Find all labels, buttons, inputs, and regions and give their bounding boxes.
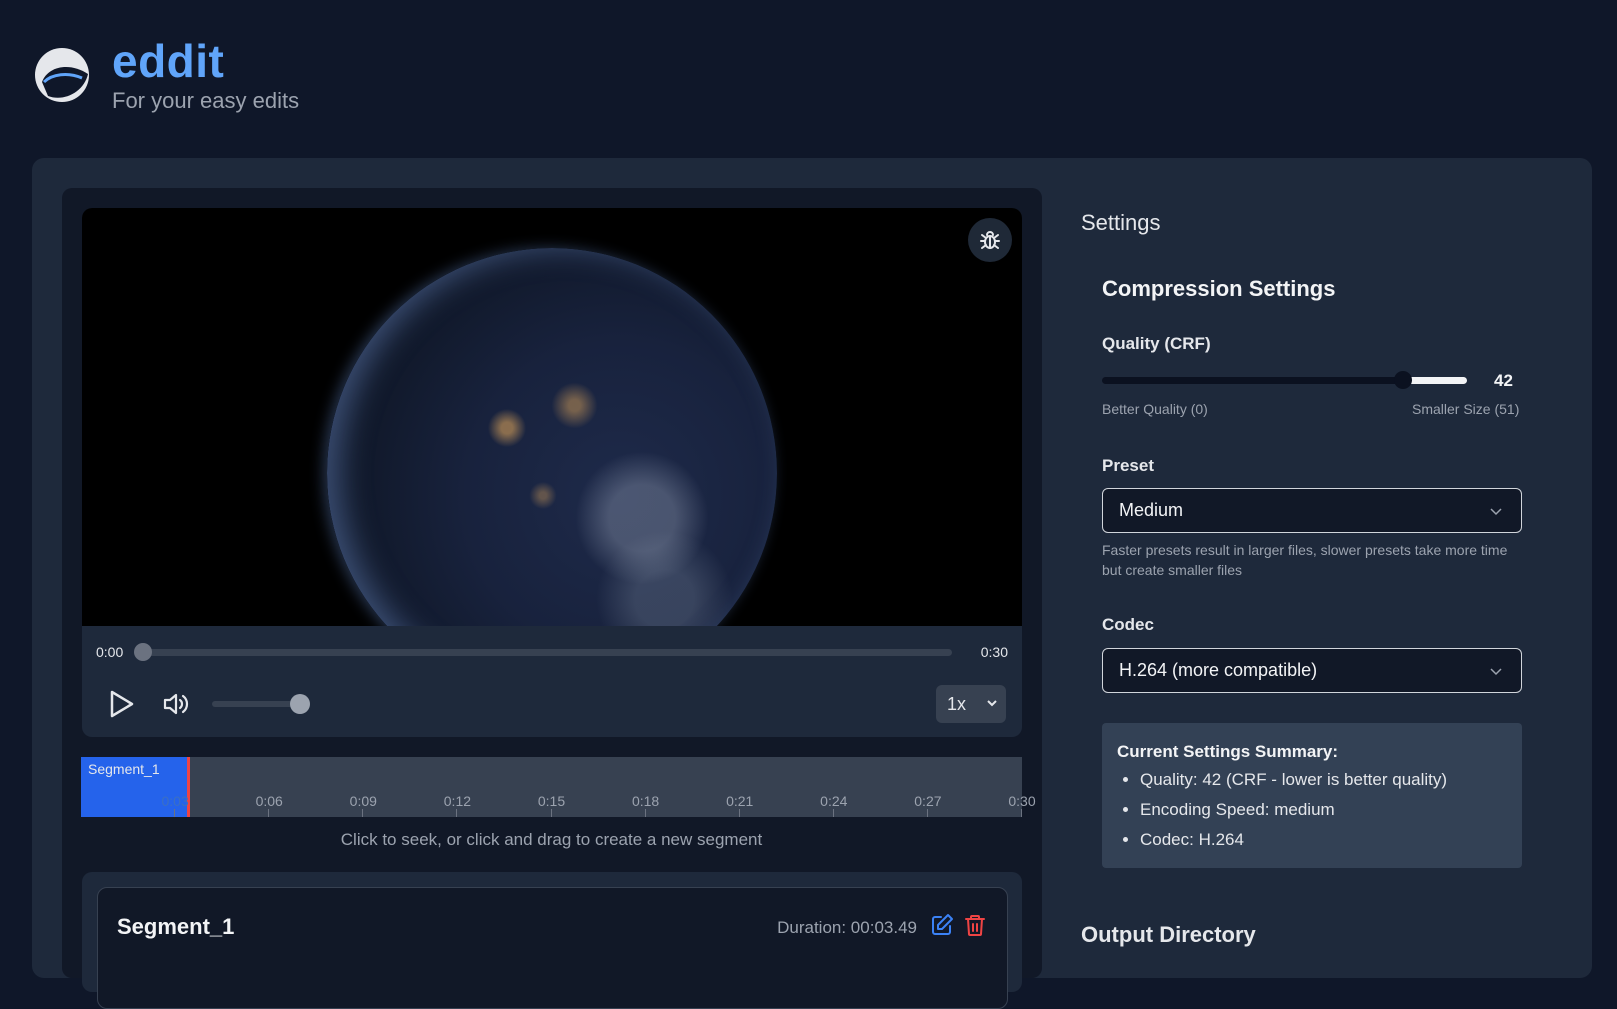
seek-thumb[interactable] bbox=[134, 643, 152, 661]
settings-summary: Current Settings Summary: Quality: 42 (C… bbox=[1102, 723, 1522, 868]
timeline-tick bbox=[456, 809, 458, 817]
segment-card: Segment_1 Duration: 00:03.49 bbox=[97, 887, 1008, 1009]
volume-icon[interactable] bbox=[162, 690, 192, 718]
timeline-tick bbox=[550, 809, 552, 817]
timeline-tick-label: 0:30 bbox=[1008, 793, 1036, 809]
chevron-down-icon bbox=[987, 700, 997, 707]
playback-speed-value: 1x bbox=[947, 693, 967, 714]
timeline-tick-label: 0:12 bbox=[443, 793, 472, 809]
timeline-tick bbox=[832, 809, 834, 817]
summary-item: Encoding Speed: medium bbox=[1140, 795, 1447, 825]
preset-label: Preset bbox=[1102, 456, 1154, 475]
timeline[interactable]: Segment_1 0:03 0:06 0:09 0:12 0:15 0:18 0:21 0:… bbox=[81, 757, 1036, 817]
timeline-segment-label: Segment_1 bbox=[88, 761, 160, 777]
logo-icon bbox=[35, 48, 89, 102]
timeline-tick bbox=[268, 809, 270, 817]
timeline-tick-label: 0:27 bbox=[914, 793, 942, 809]
play-icon[interactable] bbox=[106, 688, 136, 720]
summary-item: Quality: 42 (CRF - lower is better quali… bbox=[1140, 765, 1447, 795]
video-earth-image bbox=[327, 248, 777, 626]
timeline-tick bbox=[738, 809, 740, 817]
summary-item: Codec: H.264 bbox=[1140, 825, 1447, 855]
app-name: eddit bbox=[112, 35, 225, 87]
player-controls: 1x bbox=[82, 676, 1022, 737]
quality-slider-fill bbox=[1402, 377, 1467, 384]
edit-icon[interactable] bbox=[930, 913, 954, 937]
volume-thumb[interactable] bbox=[290, 694, 310, 714]
timeline-tick-label: 0:15 bbox=[537, 793, 566, 809]
debug-button[interactable] bbox=[968, 218, 1012, 262]
timeline-tick-label: 0:06 bbox=[255, 793, 283, 809]
video-player: 0:00 0:30 1x bbox=[82, 208, 1022, 737]
timeline-tick-label: 0:18 bbox=[631, 793, 660, 809]
total-time: 0:30 bbox=[980, 644, 1008, 660]
timeline-tick-label: 0:09 bbox=[349, 793, 377, 809]
preset-select[interactable]: Medium bbox=[1102, 488, 1522, 533]
timeline-tick bbox=[174, 809, 176, 817]
timeline-tick bbox=[362, 809, 364, 817]
timeline-tick bbox=[1021, 809, 1022, 817]
preset-help-text: Faster presets result in larger files, s… bbox=[1102, 542, 1508, 578]
chevron-down-icon bbox=[1490, 508, 1502, 516]
timeline-tick-label: 0:24 bbox=[820, 793, 848, 809]
playback-speed-select[interactable]: 1x bbox=[936, 685, 1006, 723]
timeline-tick bbox=[926, 809, 928, 817]
quality-slider-thumb[interactable] bbox=[1393, 371, 1412, 389]
summary-title: Current Settings Summary: bbox=[1117, 742, 1339, 761]
output-directory-title: Output Directory bbox=[1081, 922, 1256, 947]
codec-value: H.264 (more compatible) bbox=[1119, 660, 1318, 680]
video-frame[interactable] bbox=[82, 208, 1022, 626]
timeline-tick bbox=[644, 809, 646, 817]
app-tagline: For your easy edits bbox=[112, 88, 300, 113]
current-time: 0:00 bbox=[96, 644, 124, 660]
settings-title: Settings bbox=[1081, 210, 1161, 235]
timeline-tick-label: 0:21 bbox=[726, 793, 754, 809]
segment-name: Segment_1 bbox=[117, 914, 235, 939]
segment-duration: Duration: 00:03.49 bbox=[777, 918, 917, 937]
trash-icon[interactable] bbox=[963, 913, 987, 937]
timeline-hint: Click to seek, or click and drag to crea… bbox=[340, 830, 763, 849]
quality-label: Quality (CRF) bbox=[1102, 334, 1211, 353]
seek-bar[interactable] bbox=[144, 649, 952, 656]
chevron-down-icon bbox=[1490, 668, 1502, 676]
codec-label: Codec bbox=[1102, 615, 1154, 634]
preset-value: Medium bbox=[1119, 500, 1184, 520]
seek-bar-row: 0:00 0:30 bbox=[82, 626, 1022, 676]
quality-slider[interactable] bbox=[1102, 377, 1467, 384]
timeline-tick-label: 0:03 bbox=[161, 793, 189, 809]
quality-max-label: Smaller Size (51) bbox=[1412, 401, 1520, 417]
quality-value: 42 bbox=[1494, 371, 1513, 390]
quality-min-label: Better Quality (0) bbox=[1102, 401, 1208, 417]
compression-settings-title: Compression Settings bbox=[1102, 276, 1336, 301]
summary-list: Quality: 42 (CRF - lower is better quali… bbox=[1117, 765, 1447, 855]
segment-list: Segment_1 Duration: 00:03.49 bbox=[82, 872, 1022, 1009]
codec-select[interactable]: H.264 (more compatible) bbox=[1102, 648, 1522, 693]
volume-slider[interactable] bbox=[212, 701, 302, 707]
bug-icon bbox=[980, 231, 1000, 249]
